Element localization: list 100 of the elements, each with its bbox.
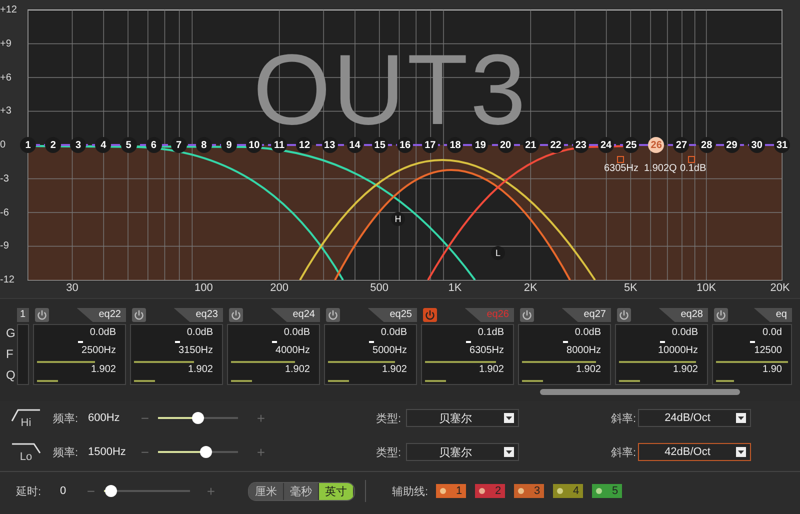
gain-handle[interactable]: [660, 341, 664, 343]
unit-toggle[interactable]: 英寸: [319, 482, 354, 500]
scrollbar-thumb[interactable]: [540, 389, 740, 395]
gain-axis-label: +3: [0, 106, 12, 117]
power-button[interactable]: [35, 308, 49, 322]
power-button[interactable]: [326, 308, 340, 322]
gain-axis-label: -6: [0, 207, 10, 218]
type-label: 类型:: [376, 412, 402, 426]
eq-node[interactable]: 1: [20, 137, 36, 153]
gain-value: 0.0dB: [186, 327, 214, 339]
band-tab[interactable]: eq22: [76, 308, 126, 322]
dropdown[interactable]: 42dB/Oct: [638, 443, 751, 461]
gain-axis-label: +6: [0, 72, 12, 83]
q-value: 1.90: [762, 364, 783, 376]
q-value: 1.902: [574, 364, 602, 376]
unit-toggle[interactable]: 厘米: [249, 482, 284, 500]
slider-thumb[interactable]: [192, 412, 204, 424]
power-button[interactable]: [132, 308, 146, 322]
guide-line-button[interactable]: 3: [514, 484, 544, 498]
q-value: 1.902: [380, 364, 408, 376]
band-panel: [17, 324, 29, 385]
gain-value: 0.0d: [762, 327, 783, 339]
dropdown[interactable]: 24dB/Oct: [638, 409, 751, 427]
gain-axis-label: 0: [0, 140, 7, 150]
caret-icon: [736, 447, 746, 457]
gain-value: 0.0dB: [282, 327, 311, 339]
slider-thumb[interactable]: [104, 485, 117, 497]
row-label: F: [6, 348, 14, 360]
band-tab[interactable]: eq25: [368, 308, 417, 322]
eq-node[interactable]: 31: [774, 137, 790, 153]
gain-value: 0.0dB: [380, 327, 408, 339]
gain-handle[interactable]: [368, 341, 374, 343]
slider-thumb[interactable]: [200, 446, 212, 458]
dropdown[interactable]: 贝塞尔: [406, 443, 519, 461]
gain-handle[interactable]: [78, 341, 82, 343]
frequency-axis-label: 5K: [624, 282, 638, 294]
frequency-value: 600Hz: [88, 412, 121, 424]
dropdown[interactable]: 贝塞尔: [406, 409, 519, 427]
q-value: 1.902: [284, 364, 311, 376]
q-value: 1.902: [90, 364, 117, 376]
power-button[interactable]: [617, 308, 631, 322]
power-button[interactable]: [520, 308, 534, 322]
band-tab[interactable]: eq24: [270, 308, 320, 322]
gain-handle[interactable]: [750, 341, 755, 343]
power-button[interactable]: [229, 308, 243, 322]
gain-value: 0.0dB: [670, 327, 699, 339]
frequency-axis-label: 500: [370, 282, 389, 294]
frequency-value: 2500Hz: [80, 345, 117, 358]
band-tab[interactable]: 1: [17, 308, 29, 322]
frequency-label: 频率:: [53, 412, 80, 426]
handle-icon[interactable]: [617, 156, 624, 163]
gain-handle[interactable]: [562, 341, 568, 343]
frequency-axis-label: 200: [270, 282, 288, 294]
gain-handle[interactable]: [466, 341, 470, 343]
frequency-value: 12500: [753, 345, 783, 358]
gain-axis-label: -12: [0, 274, 16, 286]
gain-axis-label: -9: [0, 240, 10, 252]
unit-toggle[interactable]: 毫秒: [284, 482, 319, 500]
gain-handle[interactable]: [272, 341, 276, 343]
gain-value: 0.0dB: [574, 327, 602, 339]
slope-label: 斜率:: [611, 446, 638, 460]
power-button[interactable]: [714, 308, 728, 322]
frequency-axis-label: 20K: [770, 282, 790, 294]
frequency-value: 3150Hz: [178, 345, 214, 358]
band-tab[interactable]: eq: [754, 308, 792, 322]
frequency-axis-label: 2K: [524, 282, 538, 294]
guide-line-button[interactable]: 5: [592, 484, 622, 498]
filter-name: Hi: [20, 417, 32, 429]
q-value: 1.902: [186, 364, 214, 376]
gain-value: 0.0dB: [88, 327, 117, 339]
gain-handle[interactable]: [174, 341, 180, 343]
guide-line-button[interactable]: 4: [553, 484, 584, 498]
band-tab[interactable]: eq27: [562, 308, 611, 322]
delay-label: 延时:: [16, 484, 42, 498]
guide-line-button[interactable]: 1: [436, 484, 466, 498]
q-value: 1.902: [478, 364, 505, 376]
frequency-value: 10000Hz: [656, 345, 699, 358]
guides-label: 辅助线:: [392, 484, 428, 498]
frequency-axis-label: 100: [194, 282, 213, 294]
band-tab[interactable]: eq28: [658, 308, 708, 322]
band-readout: 1.902Q: [644, 163, 677, 174]
frequency-value: 5000Hz: [372, 345, 408, 358]
caret-icon: [736, 413, 746, 423]
q-value: 1.902: [672, 364, 699, 376]
frequency-axis-label: 1K: [448, 282, 462, 294]
band-readout: 0.1dB: [680, 163, 706, 174]
gain-axis-label: +9: [0, 38, 12, 50]
band-tab[interactable]: eq23: [174, 308, 223, 322]
gain-axis-label: +12: [0, 4, 18, 16]
delay-value: 0: [60, 485, 68, 497]
filter-name: Lo: [20, 451, 32, 463]
gain-axis-label: -3: [0, 173, 10, 184]
frequency-value: 8000Hz: [566, 345, 602, 358]
caret-icon: [504, 447, 514, 457]
frequency-value: 4000Hz: [274, 345, 311, 358]
caret-icon: [504, 413, 514, 423]
frequency-axis-label: 30: [66, 282, 78, 294]
handle-icon[interactable]: [688, 156, 695, 163]
band-readout: 6305Hz: [604, 163, 638, 174]
power-button[interactable]: [423, 308, 437, 322]
